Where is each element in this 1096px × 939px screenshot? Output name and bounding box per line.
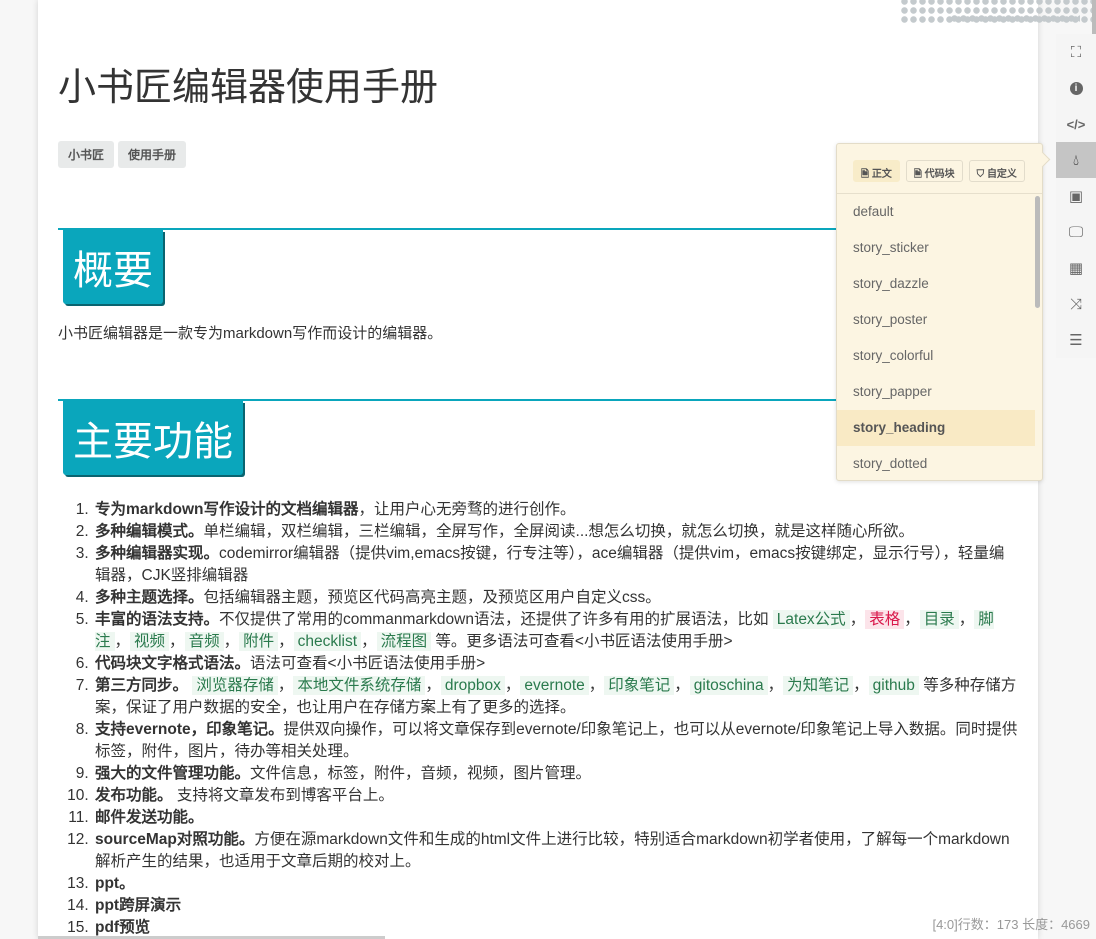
feature-name: ppt跨屏演示 bbox=[95, 897, 182, 914]
feature-desc: codemirror编辑器（提供vim,emacs按键，行专注等），ace编辑器… bbox=[95, 545, 1005, 584]
theme-list: default story_sticker story_dazzle story_po… bbox=[837, 194, 1042, 482]
inline-code: checklist bbox=[293, 632, 362, 651]
theme-option[interactable]: story_heading bbox=[837, 410, 1035, 446]
inline-code: 附件 bbox=[239, 632, 279, 651]
feature-desc: 文件信息，标签，附件，音频，视频，图片管理。 bbox=[250, 765, 592, 782]
feature-name: 第三方同步。 bbox=[95, 677, 189, 694]
theme-option[interactable]: default bbox=[837, 194, 1035, 230]
feature-item: 强大的文件管理功能。文件信息，标签，附件，音频，视频，图片管理。 bbox=[93, 763, 1018, 785]
feature-desc: 语法可查看<小书匠语法使用手册> bbox=[250, 655, 486, 672]
feature-desc: 支持将文章发布到博客平台上。 bbox=[172, 787, 394, 804]
inline-code: dropbox bbox=[440, 676, 505, 695]
feature-item: 多种主题选择。包括编辑器主题，预览区代码高亮主题，及预览区用户自定义css。 bbox=[93, 587, 1018, 609]
theme-option[interactable]: story_colorful bbox=[837, 338, 1035, 374]
feature-item: sourceMap对照功能。方便在源markdown文件和生成的html文件上进… bbox=[93, 829, 1018, 873]
feature-item: 多种编辑器实现。codemirror编辑器（提供vim,emacs按键，行专注等… bbox=[93, 543, 1018, 587]
feature-name: 丰富的语法支持。 bbox=[95, 611, 220, 628]
feature-item: ppt跨屏演示 bbox=[93, 895, 1018, 917]
theme-option[interactable]: story_dotted bbox=[837, 446, 1035, 482]
feature-name: sourceMap对照功能。 bbox=[95, 831, 255, 848]
heading-text: 概要 bbox=[63, 230, 163, 304]
feature-item: 专为markdown写作设计的文档编辑器，让用户心无旁骛的进行创作。 bbox=[93, 499, 1018, 521]
info-icon[interactable]: i bbox=[1056, 70, 1096, 106]
feature-item: 多种编辑模式。单栏编辑，双栏编辑，三栏编辑，全屏写作，全屏阅读...想怎么切换，… bbox=[93, 521, 1018, 543]
feature-name: 多种编辑器实现。 bbox=[95, 545, 220, 562]
status-bar: [4:0]行数：173 长度：4669 bbox=[932, 917, 1090, 932]
code-icon[interactable]: </> bbox=[1056, 106, 1096, 142]
tab-label: 自定义 bbox=[986, 169, 1017, 180]
tab-label: 正文 bbox=[871, 169, 892, 180]
inline-code: 印象笔记 bbox=[604, 676, 675, 695]
theme-option[interactable]: story_papper bbox=[837, 374, 1035, 410]
inline-code: Latex公式 bbox=[772, 610, 850, 629]
menu-icon[interactable]: ☰ bbox=[1056, 322, 1096, 358]
tab-codeblock[interactable]: 🗎 代码块 bbox=[905, 160, 963, 182]
theme-drop-icon[interactable]: 💧︎ bbox=[1056, 142, 1096, 178]
theme-tabs: 🗎 正文 🗎 代码块 ⛉ 自定义 bbox=[837, 144, 1042, 194]
feature-desc: 包括编辑器主题，预览区代码高亮主题，及预览区用户自定义css。 bbox=[203, 589, 661, 606]
inline-code: github bbox=[868, 676, 919, 695]
inline-code: 浏览器存储 bbox=[192, 676, 278, 695]
inline-code: 音频 bbox=[184, 632, 224, 651]
feature-list: 专为markdown写作设计的文档编辑器，让用户心无旁骛的进行创作。多种编辑模式… bbox=[58, 499, 1018, 939]
inline-code: gitoschina bbox=[689, 676, 768, 695]
feature-name: 支持evernote，印象笔记。 bbox=[95, 721, 284, 738]
fullscreen-icon[interactable]: ⛶ bbox=[1056, 34, 1096, 70]
feature-name: 邮件发送功能。 bbox=[95, 809, 204, 826]
right-toolbar: ⛶ i </> 💧︎ ▣ 🖵︎ ▦ ⤨ ☰ bbox=[1056, 34, 1096, 358]
feature-item: 支持evernote，印象笔记。提供双向操作，可以将文章保存到evernote/… bbox=[93, 719, 1018, 763]
monitor-icon[interactable]: 🖵︎ bbox=[1056, 214, 1096, 250]
feature-name: 发布功能。 bbox=[95, 787, 173, 804]
feature-name: 多种编辑模式。 bbox=[95, 523, 204, 540]
feature-desc: ，让用户心无旁骛的进行创作。 bbox=[358, 501, 576, 518]
inline-code: evernote bbox=[520, 676, 589, 695]
tag[interactable]: 使用手册 bbox=[118, 141, 187, 168]
feature-item: 邮件发送功能。 bbox=[93, 807, 1018, 829]
tab-custom[interactable]: ⛉ 自定义 bbox=[968, 160, 1025, 182]
feature-desc: 单栏编辑，双栏编辑，三栏编辑，全屏写作，全屏阅读...想怎么切换，就怎么切换，就… bbox=[203, 523, 914, 540]
feature-item: 发布功能。 支持将文章发布到博客平台上。 bbox=[93, 785, 1018, 807]
feature-name: pdf预览 bbox=[95, 919, 151, 936]
screenshot-icon[interactable]: ▣ bbox=[1056, 178, 1096, 214]
theme-option[interactable]: story_dazzle bbox=[837, 266, 1035, 302]
layout-icon[interactable]: ▦ bbox=[1056, 250, 1096, 286]
heading-text: 主要功能 bbox=[63, 401, 243, 475]
theme-option[interactable]: story_poster bbox=[837, 302, 1035, 338]
inline-code: 本地文件系统存储 bbox=[293, 676, 426, 695]
feature-name: 专为markdown写作设计的文档编辑器 bbox=[95, 501, 359, 518]
inline-code: 流程图 bbox=[376, 632, 432, 651]
inline-code: 视频 bbox=[130, 632, 170, 651]
tab-body[interactable]: 🗎 正文 bbox=[853, 160, 900, 182]
feature-item: 代码块文字格式语法。语法可查看<小书匠语法使用手册> bbox=[93, 653, 1018, 675]
shuffle-icon[interactable]: ⤨ bbox=[1056, 286, 1096, 322]
feature-tail: 等。更多语法可查看<小书匠语法使用手册> bbox=[435, 633, 733, 650]
page-title: 小书匠编辑器使用手册 bbox=[58, 67, 439, 109]
tab-label: 代码块 bbox=[924, 169, 955, 180]
tag[interactable]: 小书匠 bbox=[58, 141, 115, 168]
feature-name: 强大的文件管理功能。 bbox=[95, 765, 251, 782]
feature-name: 代码块文字格式语法。 bbox=[95, 655, 251, 672]
feature-item: ppt。 bbox=[93, 873, 1018, 895]
scrollbar[interactable] bbox=[1035, 196, 1040, 308]
theme-dropdown: 🗎 正文 🗎 代码块 ⛉ 自定义 default story_sticker sto… bbox=[836, 143, 1043, 481]
inline-code: 目录 bbox=[919, 610, 959, 629]
feature-item: 丰富的语法支持。不仅提供了常用的commanmarkdown语法，还提供了许多有… bbox=[93, 609, 1018, 653]
inline-code: 为知笔记 bbox=[783, 676, 854, 695]
feature-name: ppt。 bbox=[95, 875, 135, 892]
feature-name: 多种主题选择。 bbox=[95, 589, 204, 606]
feature-item: 第三方同步。 浏览器存储，本地文件系统存储，dropbox，evernote，印… bbox=[93, 675, 1018, 719]
feature-desc: 不仅提供了常用的commanmarkdown语法，还提供了许多有用的扩展语法，比… bbox=[219, 611, 769, 628]
theme-option[interactable]: story_sticker bbox=[837, 230, 1035, 266]
decorative-dots bbox=[950, 14, 1080, 23]
inline-code: 表格 bbox=[865, 610, 905, 629]
